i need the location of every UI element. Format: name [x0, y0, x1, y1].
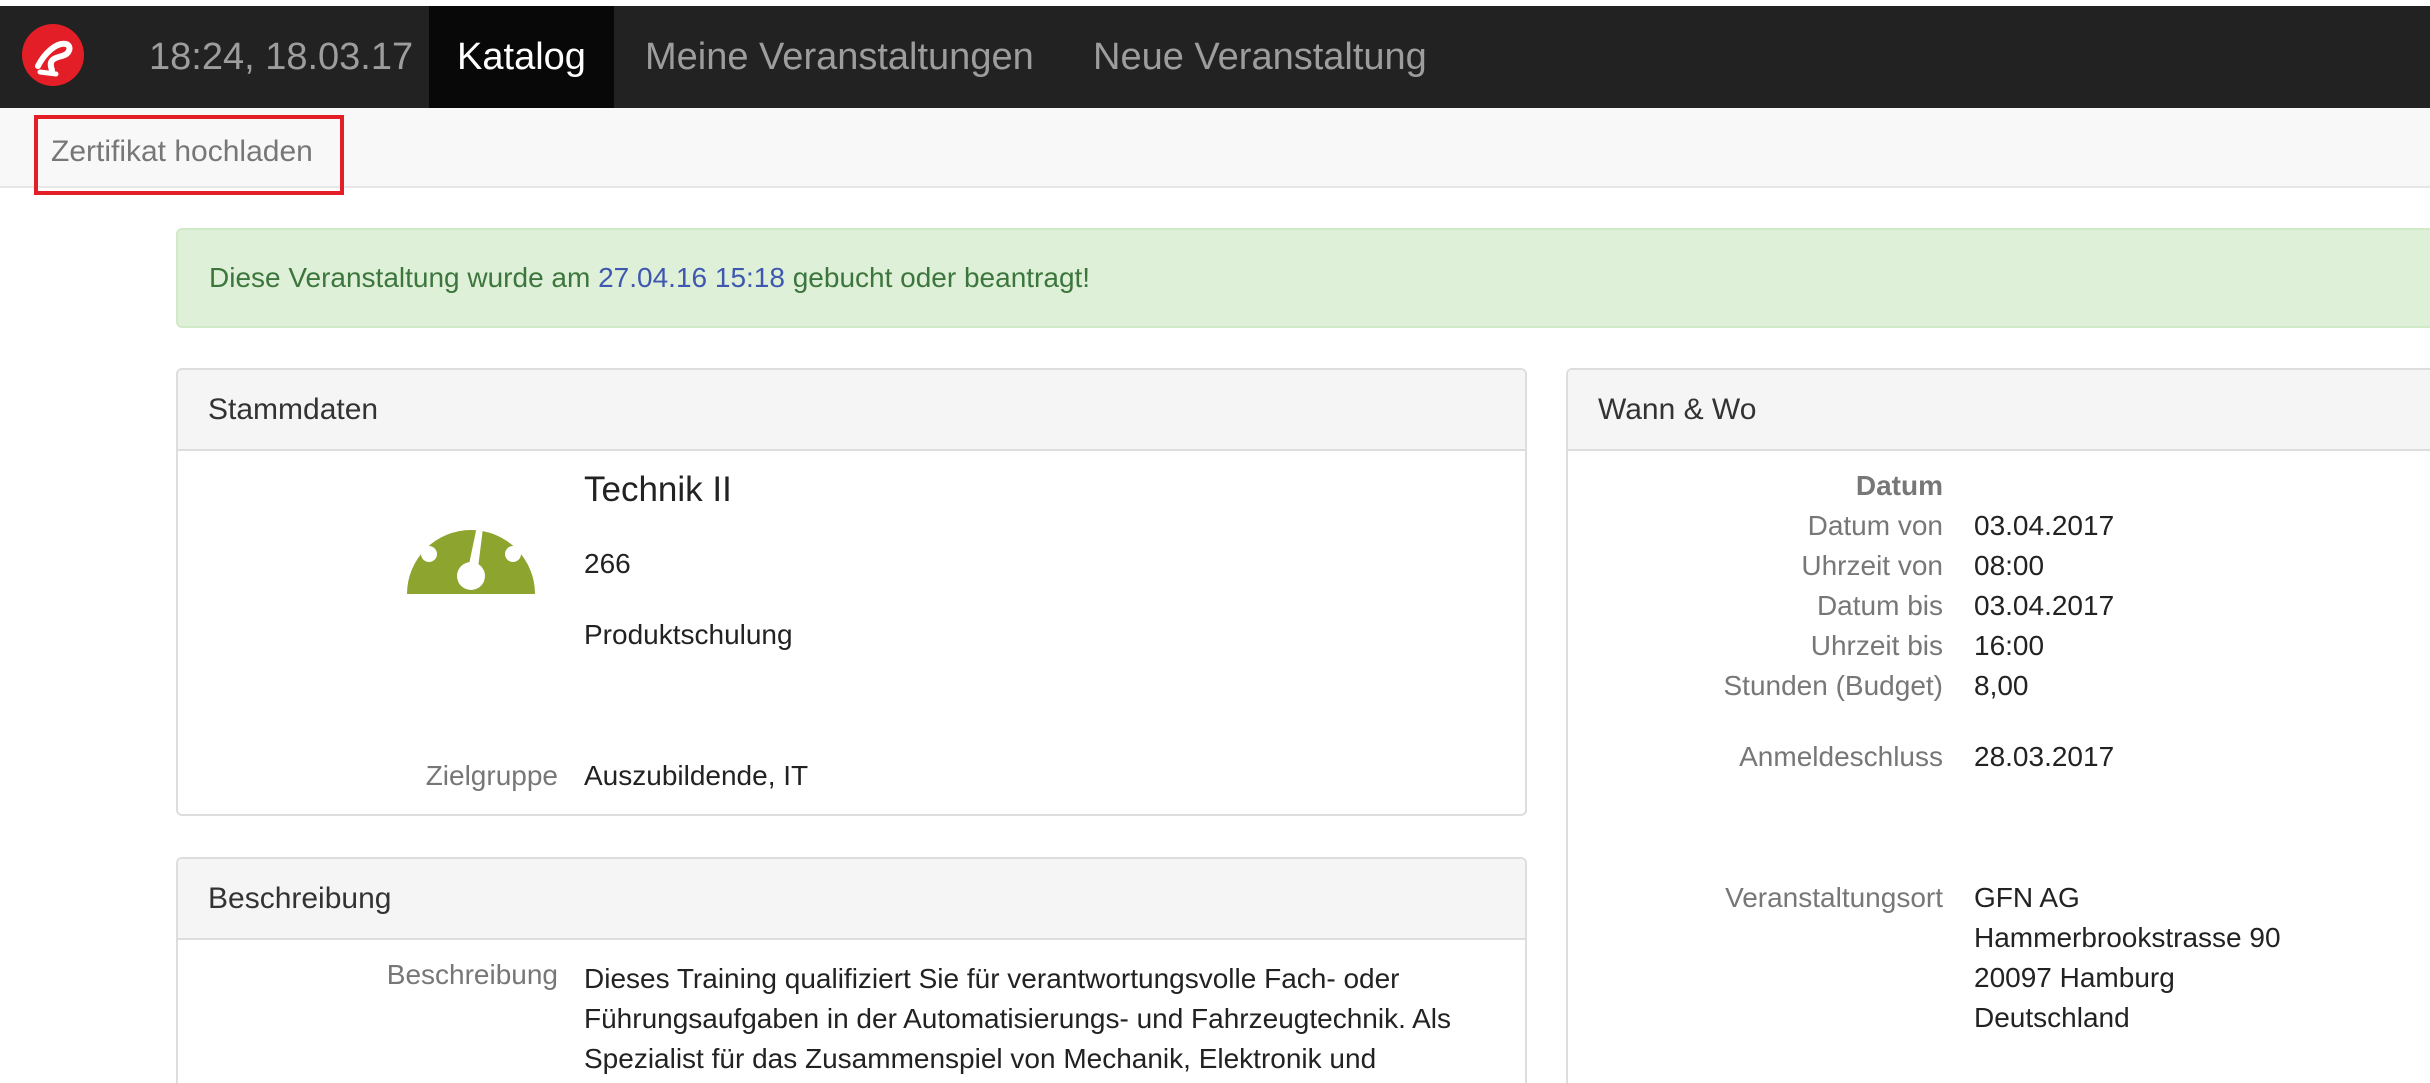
stunden-value: 8,00	[1974, 670, 2029, 701]
booking-alert: Diese Veranstaltung wurde am 27.04.16 15…	[176, 228, 2430, 328]
stammdaten-heading: Stammdaten	[178, 370, 1525, 451]
anmeldeschluss-label: Anmeldeschluss	[1739, 741, 1943, 772]
ort-line: Hammerbrookstrasse 90	[1974, 922, 2281, 953]
uhrzeit-von-value: 08:00	[1974, 550, 2045, 581]
datum-von-value: 03.04.2017	[1974, 510, 2115, 541]
sub-navbar	[0, 108, 2430, 188]
veranstaltungsort-label: Veranstaltungsort	[1725, 882, 1943, 913]
description-line: Spezialist für das Zusammenspiel von Mec…	[584, 1043, 1377, 1074]
event-number: 266	[584, 548, 631, 579]
beschreibung-text: Dieses Training qualifiziert Sie für ver…	[584, 959, 1484, 1079]
ort-line: 20097 Hamburg	[1974, 962, 2175, 993]
beschreibung-heading: Beschreibung	[178, 859, 1525, 940]
anmeldeschluss-value: 28.03.2017	[1974, 741, 2115, 772]
stammdaten-panel: Stammdaten Technik II 266 Produktschulun…	[176, 368, 1527, 816]
ort-line: GFN AG	[1974, 882, 2080, 913]
zielgruppe-value: Auszubildende, IT	[584, 760, 809, 791]
description-line: Dieses Training qualifiziert Sie für ver…	[584, 963, 1400, 994]
ort-line: Deutschland	[1974, 1002, 2130, 1033]
clock-display: 18:24, 18.03.17	[149, 36, 414, 78]
uhrzeit-bis-label: Uhrzeit bis	[1810, 630, 1943, 661]
speedometer-icon	[407, 500, 535, 594]
datum-bis-label: Datum bis	[1816, 590, 1943, 621]
stunden-label: Stunden (Budget)	[1723, 670, 1944, 701]
datum-bis-value: 03.04.2017	[1974, 590, 2115, 621]
upload-certificate-link[interactable]: Zertifikat hochladen	[34, 115, 344, 195]
beschreibung-label: Beschreibung	[386, 959, 558, 990]
alert-suffix: gebucht oder beantragt!	[784, 262, 1091, 293]
uhrzeit-von-label: Uhrzeit von	[1801, 550, 1943, 581]
description-line: Führungsaufgaben in der Automatisierungs…	[584, 1003, 1451, 1034]
uhrzeit-bis-value: 16:00	[1974, 630, 2045, 661]
wann-wo-panel: Wann & Wo Datum Datum von 03.04.2017 Uhr…	[1566, 368, 2430, 1083]
alert-prefix: Diese Veranstaltung wurde am	[209, 262, 599, 293]
datum-von-label: Datum von	[1807, 510, 1943, 541]
brand-logo-icon[interactable]	[22, 24, 84, 86]
tab-meine-veranstaltungen[interactable]: Meine Veranstaltungen	[615, 6, 1064, 108]
zielgruppe-label: Zielgruppe	[425, 760, 558, 791]
datum-header: Datum	[1855, 470, 1943, 501]
tab-neue-veranstaltung[interactable]: Neue Veranstaltung	[1063, 6, 1457, 108]
wann-wo-heading: Wann & Wo	[1568, 370, 2430, 451]
tab-katalog[interactable]: Katalog	[429, 6, 614, 108]
alert-date: 27.04.16 15:18	[598, 262, 785, 293]
beschreibung-panel: Beschreibung Beschreibung Dieses Trainin…	[176, 857, 1527, 1083]
event-type: Produktschulung	[584, 619, 793, 650]
event-title: Technik II	[584, 470, 732, 509]
